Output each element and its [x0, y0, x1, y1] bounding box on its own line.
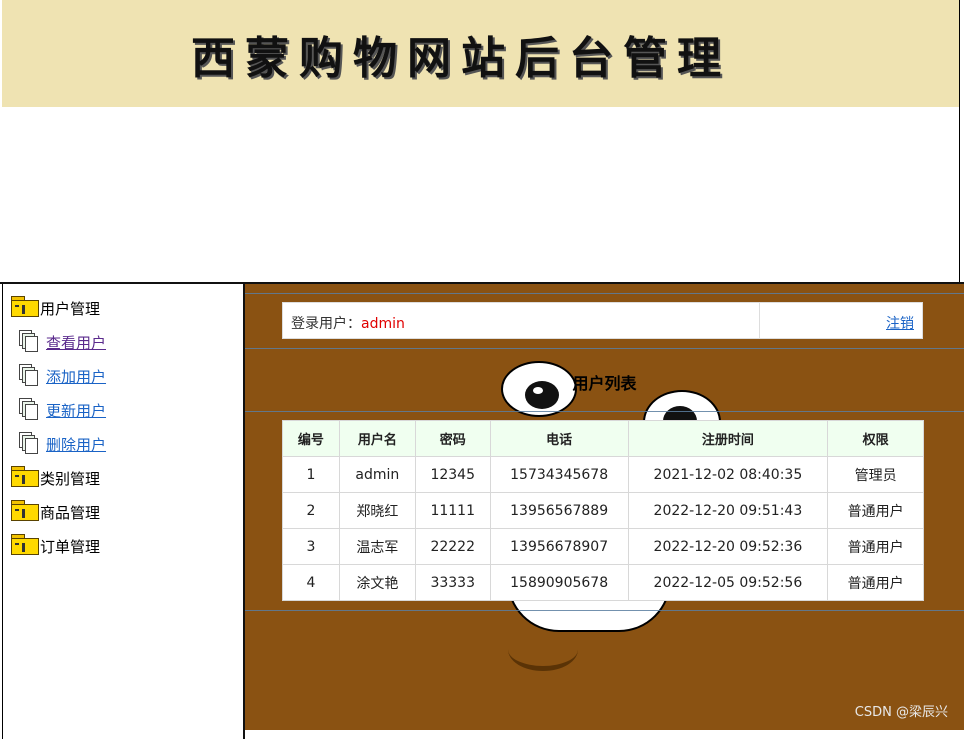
table-cell: 33333 — [414, 564, 491, 601]
sidebar-item-update-user[interactable]: 更新用户 — [17, 398, 106, 420]
folder-icon — [11, 466, 39, 488]
login-bar-divider — [759, 303, 760, 338]
column-header: 注册时间 — [627, 420, 829, 457]
divider — [245, 411, 964, 412]
login-username: admin — [361, 316, 405, 332]
sidebar-group-product-management[interactable]: 商品管理 — [11, 500, 100, 522]
sidebar-item-delete-user[interactable]: 删除用户 — [17, 432, 106, 454]
table-row: 4 涂文艳 33333 15890905678 2022-12-05 09:52… — [282, 564, 924, 601]
folder-icon — [11, 500, 39, 522]
divider — [245, 293, 964, 294]
login-info: 登录用户：admin — [291, 313, 405, 333]
table-cell: 2 — [282, 492, 340, 529]
table-cell: 普通用户 — [827, 492, 924, 529]
sidebar-group-category-management[interactable]: 类别管理 — [11, 466, 100, 488]
divider — [245, 348, 964, 349]
view-users-link[interactable]: 查看用户 — [46, 334, 106, 352]
column-header: 电话 — [489, 420, 629, 457]
folder-icon — [11, 296, 39, 318]
delete-user-link[interactable]: 删除用户 — [46, 436, 106, 454]
table-header-row: 编号 用户名 密码 电话 注册时间 权限 — [282, 420, 924, 457]
table-cell: 13956678907 — [489, 528, 629, 565]
column-header: 权限 — [827, 420, 924, 457]
top-frame — [2, 0, 960, 282]
cartoon-smile — [508, 628, 578, 671]
documents-icon — [17, 398, 39, 420]
table-row: 1 admin 12345 15734345678 2021-12-02 08:… — [282, 456, 924, 493]
table-cell: 3 — [282, 528, 340, 565]
table-cell: 郑晓红 — [338, 492, 416, 529]
column-header: 密码 — [414, 420, 491, 457]
user-list-title: 用户列表 — [572, 374, 637, 393]
table-cell: 2022-12-20 09:52:36 — [627, 528, 829, 565]
sidebar-group-label: 订单管理 — [40, 538, 101, 556]
sidebar-group-user-management[interactable]: 用户管理 — [11, 296, 100, 318]
table-cell: 普通用户 — [827, 564, 924, 601]
documents-icon — [17, 330, 39, 352]
table-cell: 2021-12-02 08:40:35 — [627, 456, 829, 493]
user-table: 编号 用户名 密码 电话 注册时间 权限 1 admin 12345 15734… — [282, 420, 924, 601]
table-cell: 12345 — [414, 456, 491, 493]
table-cell: 2022-12-05 09:52:56 — [627, 564, 829, 601]
add-user-link[interactable]: 添加用户 — [46, 368, 106, 386]
documents-icon — [17, 432, 39, 454]
login-prefix: 登录用户： — [291, 316, 361, 332]
column-header: 用户名 — [338, 420, 416, 457]
table-cell: 温志军 — [338, 528, 416, 565]
table-cell: 1 — [282, 456, 340, 493]
table-cell: 4 — [282, 564, 340, 601]
documents-icon — [17, 364, 39, 386]
table-cell: 15890905678 — [489, 564, 629, 601]
folder-icon — [11, 534, 39, 556]
table-cell: 15734345678 — [489, 456, 629, 493]
sidebar-group-label: 类别管理 — [40, 470, 101, 488]
table-cell: 管理员 — [827, 456, 924, 493]
table-cell: admin — [338, 456, 416, 493]
sidebar-item-add-user[interactable]: 添加用户 — [17, 364, 106, 386]
table-cell: 2022-12-20 09:51:43 — [627, 492, 829, 529]
login-bar: 登录用户：admin 注销 — [282, 302, 923, 339]
table-cell: 22222 — [414, 528, 491, 565]
table-row: 3 温志军 22222 13956678907 2022-12-20 09:52… — [282, 528, 924, 565]
logout-link[interactable]: 注销 — [886, 313, 914, 333]
table-cell: 11111 — [414, 492, 491, 529]
sidebar-item-view-users[interactable]: 查看用户 — [17, 330, 106, 352]
table-cell: 涂文艳 — [338, 564, 416, 601]
sidebar-group-label: 商品管理 — [40, 504, 101, 522]
table-cell: 13956567889 — [489, 492, 629, 529]
main-content: 登录用户：admin 注销 用户列表 编号 用户名 密码 电话 注册时间 权限 … — [245, 284, 964, 730]
update-user-link[interactable]: 更新用户 — [46, 402, 106, 420]
sidebar-group-label: 用户管理 — [40, 300, 101, 318]
column-header: 编号 — [282, 420, 340, 457]
sidebar-group-order-management[interactable]: 订单管理 — [11, 534, 100, 556]
table-row: 2 郑晓红 11111 13956567889 2022-12-20 09:51… — [282, 492, 924, 529]
table-cell: 普通用户 — [827, 528, 924, 565]
watermark: CSDN @梁辰兴 — [854, 705, 948, 720]
divider — [245, 610, 964, 611]
sidebar: 用户管理 查看用户 添加用户 更新用户 删除用户 类别管理 商品管理 订单管理 — [2, 284, 245, 739]
